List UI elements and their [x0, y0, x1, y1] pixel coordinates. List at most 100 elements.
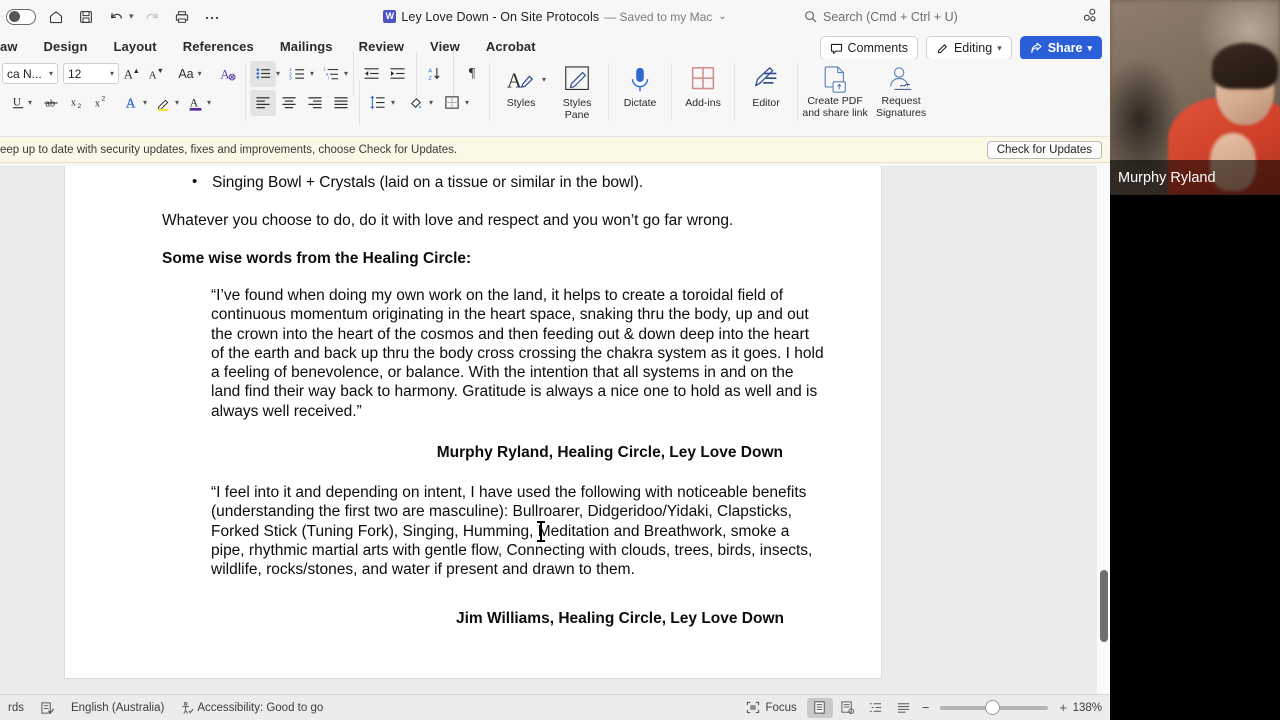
save-disk-icon[interactable] [72, 4, 100, 30]
tab-design[interactable]: Design [31, 37, 101, 56]
increase-indent-button[interactable] [385, 61, 411, 87]
tab-draw[interactable]: aw [0, 37, 31, 56]
quote-paragraph-one: “I’ve found when doing my own work on th… [211, 287, 824, 420]
document-page[interactable]: Singing Bowl + Crystals (laid on a tissu… [65, 166, 881, 678]
highlight-color-button[interactable] [152, 90, 176, 116]
line-spacing-chevron-down-icon[interactable]: ▾ [391, 98, 395, 107]
home-icon[interactable] [42, 4, 70, 30]
ellipsis-icon[interactable] [198, 4, 226, 30]
font-name-select[interactable]: ca N... ▾ [2, 63, 58, 84]
title-chevron-down-icon[interactable]: ⌄ [718, 11, 726, 22]
document-canvas[interactable]: Singing Bowl + Crystals (laid on a tissu… [0, 166, 1110, 694]
line-spacing-button[interactable] [365, 90, 391, 116]
bullet-list-button[interactable] [250, 60, 276, 87]
print-layout-view-button[interactable] [806, 697, 833, 718]
share-button[interactable]: Share ▾ [1019, 36, 1102, 60]
align-right-button[interactable] [302, 90, 328, 116]
svg-text:A: A [126, 95, 136, 110]
word-document-icon [383, 10, 397, 23]
align-center-button[interactable] [276, 90, 302, 116]
web-layout-view-button[interactable] [835, 698, 861, 718]
undo-arrow-icon[interactable] [102, 4, 130, 30]
collaborators-icon[interactable] [1081, 7, 1098, 29]
editor-button[interactable]: Editor [739, 61, 793, 110]
zoom-slider[interactable] [940, 700, 1049, 716]
bullet-chevron-down-icon[interactable]: ▾ [276, 69, 280, 78]
shrink-font-button[interactable]: A ▼ [143, 61, 167, 87]
tab-mailings[interactable]: Mailings [267, 37, 346, 56]
search-input[interactable]: Search (Cmd + Ctrl + U) [798, 5, 1068, 28]
draft-view-button[interactable] [891, 698, 917, 718]
borders-chevron-down-icon[interactable]: ▾ [465, 98, 469, 107]
redo-arrow-icon[interactable] [138, 4, 166, 30]
clear-formatting-icon[interactable]: A [215, 61, 241, 87]
subscript-button[interactable]: x2 [64, 90, 88, 116]
outline-view-button[interactable] [863, 698, 889, 718]
underline-button[interactable]: U [6, 90, 30, 116]
document-body[interactable]: Singing Bowl + Crystals (laid on a tissu… [65, 171, 881, 629]
scrollbar-thumb[interactable] [1100, 570, 1108, 642]
ribbon-display-toggle[interactable] [6, 8, 36, 25]
vertical-scrollbar[interactable] [1096, 166, 1110, 694]
font-color-button[interactable]: A [184, 90, 208, 116]
change-case-button[interactable]: Aa ▾ [173, 61, 207, 87]
focus-label: Focus [765, 701, 797, 714]
video-call-panel: Murphy Ryland [1110, 0, 1280, 720]
update-notification-bar: eep up to date with security updates, fi… [0, 137, 1110, 163]
document-title[interactable]: Ley Love Down - On Site Protocols [401, 10, 599, 24]
zoom-level-label[interactable]: 138% [1072, 702, 1106, 714]
zoom-knob[interactable] [986, 700, 1000, 714]
tab-layout[interactable]: Layout [101, 37, 170, 56]
printer-icon[interactable] [168, 4, 196, 30]
text-effects-chevron-down-icon[interactable]: ▾ [143, 98, 147, 107]
numbered-list-button[interactable]: 123 [284, 61, 310, 87]
shading-button[interactable] [403, 90, 429, 116]
accessibility-status[interactable]: Accessibility: Good to go [172, 701, 331, 715]
shading-chevron-down-icon[interactable]: ▾ [429, 98, 433, 107]
styles-chevron-down-icon[interactable]: ▾ [542, 75, 546, 84]
zoom-out-button[interactable]: − [919, 700, 933, 715]
multilevel-chevron-down-icon[interactable]: ▾ [344, 69, 348, 78]
undo-chevron-down-icon[interactable]: ▾ [129, 11, 134, 22]
numbered-chevron-down-icon[interactable]: ▾ [310, 69, 314, 78]
tab-acrobat[interactable]: Acrobat [473, 37, 549, 56]
proofing-check-icon[interactable] [32, 701, 63, 715]
create-pdf-button[interactable]: Create PDF and share link [802, 61, 868, 119]
dictate-button[interactable]: Dictate [613, 61, 667, 110]
add-ins-button[interactable]: Add-ins [676, 61, 730, 110]
styles-pen-icon: A [507, 71, 533, 93]
font-size-value: 12 [68, 66, 82, 81]
show-formatting-marks-button[interactable]: ¶ [459, 61, 485, 87]
tab-view[interactable]: View [417, 37, 473, 56]
font-color-chevron-down-icon[interactable]: ▾ [207, 98, 211, 107]
multilevel-list-button[interactable]: 1ai [318, 61, 344, 87]
zoom-in-button[interactable]: + [1056, 700, 1070, 715]
language-label[interactable]: English (Australia) [63, 702, 172, 714]
focus-button[interactable]: Focus [738, 701, 804, 714]
editing-mode-button[interactable]: Editing ▾ [925, 36, 1012, 60]
align-left-button[interactable] [250, 89, 276, 116]
word-count-label[interactable]: rds [0, 702, 32, 714]
decrease-indent-button[interactable] [359, 61, 385, 87]
comments-button[interactable]: Comments [819, 36, 918, 60]
underline-chevron-down-icon[interactable]: ▾ [28, 98, 32, 107]
sort-button[interactable]: AZ [422, 61, 448, 87]
borders-button[interactable] [439, 90, 465, 116]
highlight-chevron-down-icon[interactable]: ▾ [175, 98, 179, 107]
participant-video-tile[interactable]: Murphy Ryland [1110, 0, 1280, 195]
strikethrough-button[interactable]: ab [38, 90, 64, 116]
font-size-select[interactable]: 12 ▾ [63, 63, 119, 84]
styles-button[interactable]: A Styles [494, 61, 548, 110]
superscript-button[interactable]: x2 [88, 90, 112, 116]
styles-pane-button[interactable]: Styles Pane [550, 61, 604, 121]
tab-review[interactable]: Review [346, 37, 417, 56]
justify-button[interactable] [328, 90, 354, 116]
request-signatures-button[interactable]: Request Signatures [868, 61, 934, 119]
dictate-group: Dictate [613, 59, 667, 110]
tab-references[interactable]: References [170, 37, 267, 56]
grow-font-button[interactable]: A ▲ [119, 61, 143, 87]
text-effects-button[interactable]: A [120, 90, 144, 116]
group-divider [245, 63, 246, 121]
check-for-updates-button[interactable]: Check for Updates [986, 140, 1102, 159]
bullet-list: Singing Bowl + Crystals (laid on a tissu… [162, 171, 831, 193]
